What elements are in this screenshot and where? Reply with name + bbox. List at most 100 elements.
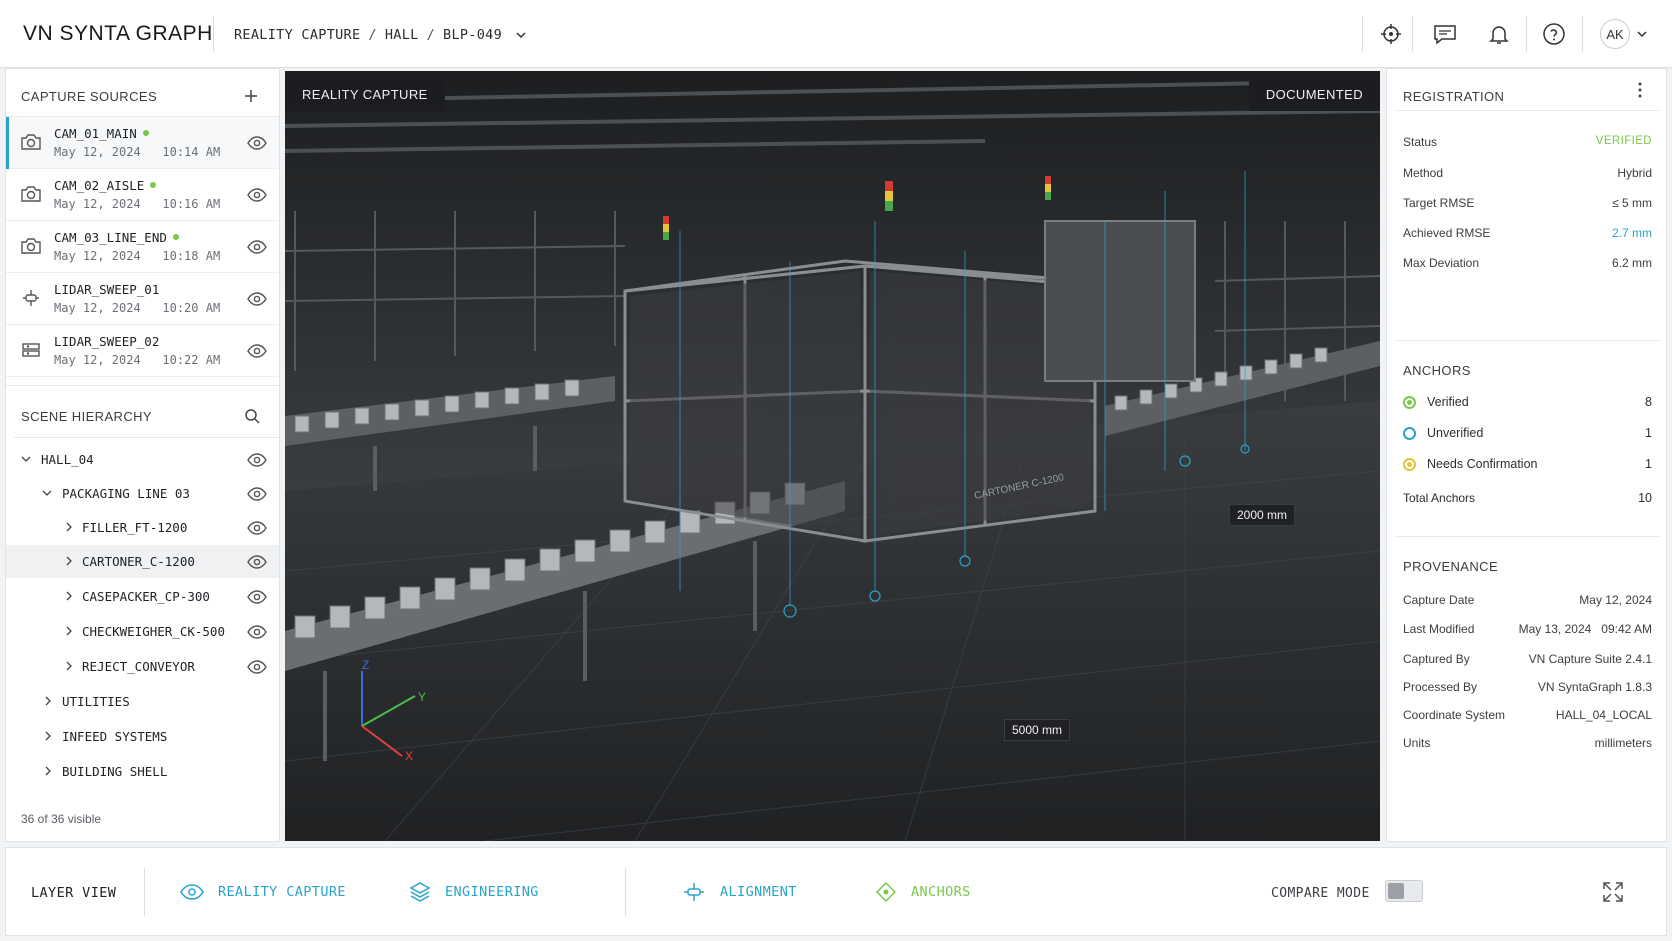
divider [14,437,279,438]
registration-row: Achieved RMSE 2.7 mm [1403,226,1652,240]
layer-anchors-button[interactable]: ANCHORS [875,878,971,906]
fullscreen-icon[interactable] [1601,880,1625,904]
chevron-right-icon[interactable] [64,626,74,636]
tree-node[interactable]: BUILDING SHELL [6,755,279,788]
scene-hierarchy-title: SCENE HIERARCHY [21,409,152,424]
search-icon[interactable] [244,408,260,424]
tree-node-label: BUILDING SHELL [62,764,168,779]
row-label: Achieved RMSE [1403,226,1491,240]
more-options-icon[interactable] [1637,81,1643,99]
compare-mode-toggle[interactable] [1385,880,1423,902]
layer-reality-capture-button[interactable]: REALITY CAPTURE [180,878,346,906]
tree-node[interactable]: INFEED SYSTEMS [6,720,279,753]
eye-icon[interactable] [247,292,267,306]
tree-node[interactable]: HALL_04 [6,443,279,476]
eye-icon[interactable] [247,590,267,604]
row-label: Method [1403,166,1444,180]
breadcrumb-separator: / [368,27,377,43]
anchor-label: Needs Confirmation [1427,457,1538,471]
comment-icon[interactable] [1431,20,1459,48]
row-label: Units [1403,736,1431,750]
layer-engineering-button[interactable]: ENGINEERING [409,878,539,906]
eye-icon[interactable] [247,487,267,501]
tree-node[interactable]: PACKAGING LINE 03 [6,477,279,510]
breadcrumb-item[interactable]: REALITY CAPTURE [234,27,360,43]
capture-source-item[interactable]: CAM_01_MAIN May 12, 2024 10:14 AM [6,117,279,169]
row-value: Hybrid [1617,166,1652,180]
add-source-icon[interactable] [243,88,259,104]
chevron-down-icon[interactable] [42,488,52,498]
row-value: VN SyntaGraph 1.8.3 [1537,680,1652,694]
tree-node[interactable]: CASEPACKER_CP-300 [6,580,279,613]
tree-node-label: CHECKWEIGHER_CK-500 [82,624,225,639]
breadcrumb[interactable]: REALITY CAPTURE / HALL / BLP-049 [234,27,528,43]
tree-node[interactable]: CHECKWEIGHER_CK-500 [6,615,279,648]
anchor-total-label: Total Anchors [1403,491,1476,505]
app-brand: VN SYNTA GRAPH [23,22,213,45]
eye-icon[interactable] [247,240,267,254]
chevron-right-icon[interactable] [64,522,74,532]
divider [1395,340,1660,341]
anchor-total-value: 10 [1638,491,1652,505]
dimension-label: 5000 mm [1004,719,1071,741]
anchor-row[interactable]: Needs Confirmation 1 [1403,457,1652,472]
chevron-right-icon[interactable] [64,556,74,566]
capture-source-item[interactable]: CAM_03_LINE_END May 12, 2024 10:18 AM [6,221,279,273]
help-icon[interactable] [1540,20,1568,48]
source-name: CAM_02_AISLE [54,178,145,193]
eye-icon[interactable] [247,625,267,639]
chevron-right-icon[interactable] [43,696,53,706]
chevron-right-icon[interactable] [43,766,53,776]
chevron-right-icon[interactable] [64,591,74,601]
eye-icon[interactable] [247,660,267,674]
avatar[interactable]: AK [1600,19,1630,49]
chevron-down-icon[interactable] [514,28,528,42]
anchor-row[interactable]: Verified 8 [1403,395,1652,410]
source-name: CAM_03_LINE_END [54,230,167,245]
tree-node-label: PACKAGING LINE 03 [62,486,190,501]
layer-label: ALIGNMENT [720,884,797,900]
tree-node-selected[interactable]: CARTONER_C-1200 [6,545,279,578]
eye-icon[interactable] [247,344,267,358]
chevron-right-icon[interactable] [43,731,53,741]
capture-source-item[interactable]: LIDAR_SWEEP_02 May 12, 2024 10:22 AM [6,325,279,377]
provenance-title: PROVENANCE [1403,559,1499,574]
tree-node[interactable]: FILLER_FT-1200 [6,511,279,544]
breadcrumb-separator: / [426,27,436,43]
camera-icon [21,186,41,202]
eye-icon[interactable] [247,555,267,569]
tree-node-label: REJECT_CONVEYOR [82,659,195,674]
layer-alignment-button[interactable]: ALIGNMENT [682,878,797,906]
chevron-down-icon[interactable] [1636,28,1648,40]
3d-viewport[interactable]: Z Y X CARTONER C-1200 REALITY CAPTURE DO… [285,71,1380,841]
anchor-row[interactable]: Unverified 1 [1403,426,1652,441]
eye-icon[interactable] [247,188,267,202]
layer-label: REALITY CAPTURE [218,884,346,900]
capture-source-item[interactable]: LIDAR_SWEEP_01 May 12, 2024 10:20 AM [6,273,279,325]
needs-confirmation-indicator [1403,458,1416,472]
eye-icon[interactable] [247,453,267,467]
chevron-right-icon[interactable] [64,661,74,671]
capture-source-item[interactable]: CAM_02_AISLE May 12, 2024 10:16 AM [6,169,279,221]
crosshair-icon[interactable] [1377,20,1405,48]
tree-node[interactable]: REJECT_CONVEYOR [6,650,279,683]
layer-label: ANCHORS [911,884,971,900]
tree-node[interactable]: UTILITIES [6,685,279,718]
eye-icon[interactable] [247,521,267,535]
breadcrumb-item[interactable]: HALL [385,27,419,43]
tree-node-label: HALL_04 [41,452,94,467]
bar-divider [625,868,626,916]
layers-icon [409,882,431,902]
eye-icon[interactable] [247,136,267,150]
source-name: CAM_01_MAIN [54,126,137,141]
breadcrumb-item[interactable]: BLP-049 [443,27,502,43]
row-label: Max Deviation [1403,256,1480,270]
registration-title: REGISTRATION [1403,89,1505,104]
row-label: Captured By [1403,652,1470,666]
source-name: LIDAR_SWEEP_01 [54,282,160,297]
provenance-row: Capture Date May 12, 2024 [1403,593,1652,607]
bell-icon[interactable] [1485,20,1513,48]
layer-label: ENGINEERING [445,884,539,900]
chevron-down-icon[interactable] [21,454,31,464]
source-name: LIDAR_SWEEP_02 [54,334,160,349]
